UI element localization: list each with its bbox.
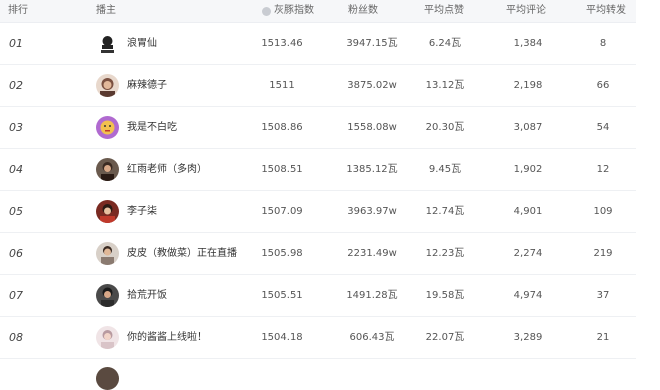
avg-likes-value: 6.24瓦 (428, 38, 462, 49)
avg-shares-value: 37 (596, 290, 610, 301)
rank-number: 03 (9, 121, 23, 134)
rank-number: 08 (9, 331, 23, 344)
rank-number: 02 (9, 79, 23, 92)
anchor-name[interactable]: 皮皮（教做菜）正在直播 (127, 233, 237, 274)
index-value: 1505.98 (261, 248, 303, 259)
index-value: 1507.09 (261, 206, 303, 217)
avatar[interactable] (96, 326, 119, 349)
fans-value: 3963.97w (347, 206, 397, 217)
index-value: 1508.51 (261, 164, 303, 175)
avg-shares-value: 8 (599, 38, 607, 49)
fans-value: 1491.28瓦 (346, 290, 398, 301)
avatar-image (96, 284, 119, 307)
avatar-image (96, 32, 119, 55)
avg-comments-value: 1,384 (513, 38, 543, 49)
header-avg-likes[interactable]: 平均点赞 (424, 0, 464, 22)
avatar-image (96, 116, 119, 139)
avg-comments-value: 4,974 (513, 290, 543, 301)
table-row[interactable]: 01 浪胃仙 1513.46 3947.15瓦 6.24瓦 1,384 8 (0, 23, 636, 65)
avg-likes-value: 22.07瓦 (425, 332, 465, 343)
header-rank[interactable]: 排行 (8, 0, 28, 22)
anchor-name[interactable]: 浪胃仙 (127, 23, 157, 64)
avatar[interactable] (96, 74, 119, 97)
avg-shares-value: 109 (593, 206, 613, 217)
anchor-name[interactable]: 红雨老师（多肉） (127, 149, 207, 190)
avatar[interactable] (96, 116, 119, 139)
fans-value: 3875.02w (347, 80, 397, 91)
rank-number: 07 (9, 289, 23, 302)
ranking-table: 排行 播主 灰豚指数 粉丝数 平均点赞 平均评论 平均转发 01 浪胃仙 151… (0, 0, 636, 390)
avg-shares-value: 12 (596, 164, 610, 175)
avg-comments-value: 3,289 (513, 332, 543, 343)
header-index-label: 灰豚指数 (274, 5, 314, 16)
fans-value: 1385.12瓦 (346, 164, 398, 175)
avg-likes-value: 9.45瓦 (428, 164, 462, 175)
help-icon[interactable] (262, 6, 271, 16)
rank-number: 04 (9, 163, 23, 176)
table-row[interactable]: 05 李子柒 1507.09 3963.97w 12.74瓦 4,901 109 (0, 191, 636, 233)
fans-value: 1558.08w (347, 122, 397, 133)
avg-shares-value: 66 (596, 80, 610, 91)
fans-value: 2231.49w (347, 248, 397, 259)
avg-likes-value: 12.23瓦 (425, 248, 465, 259)
avg-shares-value: 219 (593, 248, 613, 259)
rank-number: 05 (9, 205, 23, 218)
avatar[interactable] (96, 284, 119, 307)
anchor-name[interactable]: 拾荒开饭 (127, 275, 167, 316)
avg-comments-value: 1,902 (513, 164, 543, 175)
avatar[interactable] (96, 158, 119, 181)
table-row[interactable]: 03 我是不白吃 1508.86 1558.08w 20.30瓦 3,087 5… (0, 107, 636, 149)
header-avg-shares[interactable]: 平均转发 (586, 0, 626, 22)
avatar-image (96, 367, 119, 390)
table-row[interactable]: 07 拾荒开饭 1505.51 1491.28瓦 19.58瓦 4,974 37 (0, 275, 636, 317)
index-value: 1511 (269, 80, 295, 91)
fans-value: 606.43瓦 (349, 332, 395, 343)
avg-comments-value: 3,087 (513, 122, 543, 133)
avatar-image (96, 326, 119, 349)
rank-number: 01 (9, 37, 23, 50)
avatar[interactable] (96, 32, 119, 55)
avatar-image (96, 74, 119, 97)
anchor-name[interactable]: 李子柒 (127, 191, 157, 232)
rank-number: 06 (9, 247, 23, 260)
avatar-image (96, 158, 119, 181)
header-fans[interactable]: 粉丝数 (348, 0, 378, 22)
anchor-name[interactable]: 麻辣德子 (127, 65, 167, 106)
table-header: 排行 播主 灰豚指数 粉丝数 平均点赞 平均评论 平均转发 (0, 0, 636, 23)
anchor-name[interactable]: 你的酱酱上线啦！ (127, 317, 207, 358)
avatar-image (96, 200, 119, 223)
table-row[interactable]: 06 皮皮（教做菜）正在直播 1505.98 2231.49w 12.23瓦 2… (0, 233, 636, 275)
avatar[interactable] (96, 242, 119, 265)
header-avg-comments[interactable]: 平均评论 (506, 0, 546, 22)
header-index[interactable]: 灰豚指数 (262, 0, 314, 22)
avg-likes-value: 13.12瓦 (425, 80, 465, 91)
fans-value: 3947.15瓦 (346, 38, 398, 49)
table-row[interactable]: 04 红雨老师（多肉） 1508.51 1385.12瓦 9.45瓦 1,902… (0, 149, 636, 191)
table-row[interactable]: 08 你的酱酱上线啦！ 1504.18 606.43瓦 22.07瓦 3,289… (0, 317, 636, 359)
avg-likes-value: 19.58瓦 (425, 290, 465, 301)
avatar[interactable] (96, 200, 119, 223)
index-value: 1504.18 (261, 332, 303, 343)
avg-likes-value: 12.74瓦 (425, 206, 465, 217)
index-value: 1513.46 (261, 38, 303, 49)
avg-shares-value: 21 (596, 332, 610, 343)
avg-comments-value: 2,198 (513, 80, 543, 91)
avatar-image (96, 242, 119, 265)
avg-shares-value: 54 (596, 122, 610, 133)
avg-comments-value: 4,901 (513, 206, 543, 217)
avg-likes-value: 20.30瓦 (425, 122, 465, 133)
avatar[interactable] (96, 367, 119, 390)
avg-comments-value: 2,274 (513, 248, 543, 259)
table-row[interactable]: 02 麻辣德子 1511 3875.02w 13.12瓦 2,198 66 (0, 65, 636, 107)
index-value: 1508.86 (261, 122, 303, 133)
index-value: 1505.51 (261, 290, 303, 301)
table-row[interactable] (0, 359, 636, 390)
header-anchor[interactable]: 播主 (96, 0, 116, 22)
anchor-name[interactable]: 我是不白吃 (127, 107, 177, 148)
